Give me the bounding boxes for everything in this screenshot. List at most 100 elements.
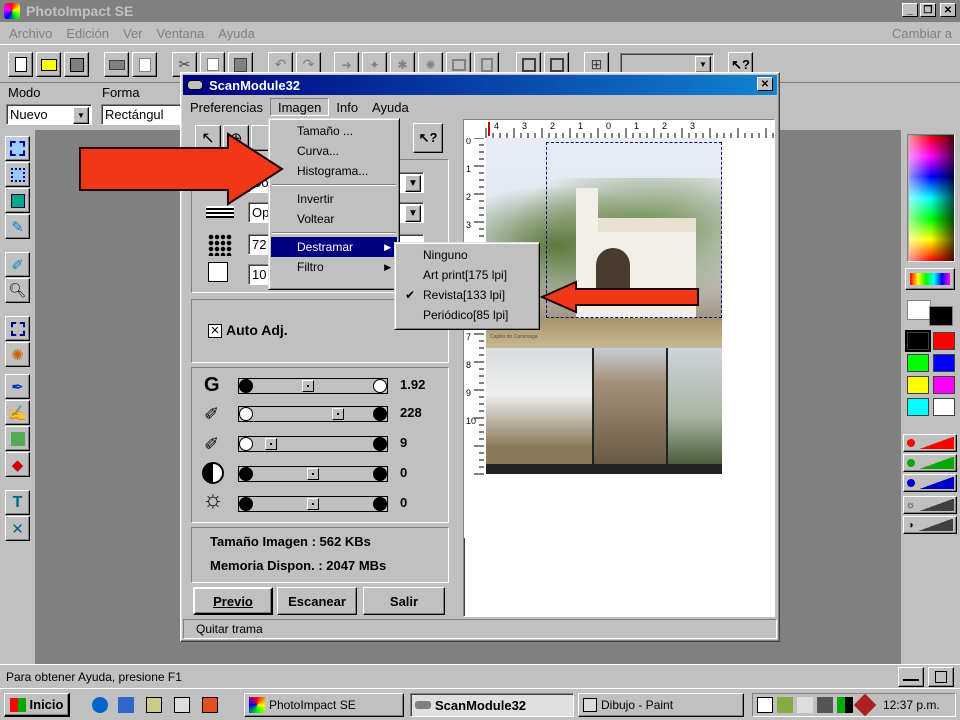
source-dropdown[interactable]: ▼ — [405, 205, 421, 222]
submenu-item-revista-label: Revista[133 lpi] — [423, 288, 506, 302]
quicklaunch-app-icon[interactable] — [202, 697, 218, 713]
slider-thumb[interactable] — [301, 380, 314, 392]
pen-tool[interactable]: ✒ — [5, 374, 30, 399]
swatch-yellow[interactable] — [907, 376, 929, 394]
close-button[interactable]: ✕ — [940, 3, 956, 17]
restore-button[interactable]: ❐ — [920, 3, 936, 17]
quicklaunch-ie-icon[interactable] — [92, 697, 108, 713]
fill-tool[interactable]: ◆ — [5, 452, 30, 477]
red-channel-button[interactable] — [903, 434, 957, 452]
task-scanmodule[interactable]: ScanModule32 — [410, 693, 574, 717]
tray-icon-4[interactable] — [817, 697, 833, 713]
swatch-red[interactable] — [933, 332, 955, 350]
menu-archivo[interactable]: Archivo — [2, 24, 59, 42]
palette-button[interactable] — [905, 268, 955, 290]
save-button[interactable] — [64, 52, 89, 77]
slider-thumb[interactable] — [307, 468, 319, 480]
menu-preferencias[interactable]: Preferencias — [183, 98, 270, 116]
dialog-close-button[interactable]: ✕ — [757, 77, 773, 91]
paint-tool[interactable]: ✺ — [5, 342, 30, 367]
slider-thumb[interactable] — [264, 438, 277, 450]
tray-icon-3[interactable] — [797, 697, 813, 713]
color-mode-dropdown[interactable]: ▼ — [405, 175, 421, 192]
task-photoimpact[interactable]: PhotoImpact SE — [244, 693, 404, 717]
preview-button[interactable]: Previo — [193, 587, 273, 615]
dialog-titlebar[interactable]: ScanModule32 ✕ — [183, 75, 777, 95]
green-channel-button[interactable] — [903, 454, 957, 472]
menu-ventana[interactable]: Ventana — [150, 24, 212, 42]
modo-select[interactable]: Nuevo ▼ — [6, 104, 92, 125]
exit-button[interactable]: Salir — [363, 587, 445, 615]
tray-icon-5[interactable] — [837, 697, 853, 713]
menu-edicion[interactable]: Edición — [59, 24, 116, 42]
text-tool[interactable]: T — [5, 490, 30, 515]
color-spectrum[interactable] — [907, 134, 955, 262]
menu-info[interactable]: Info — [329, 98, 365, 116]
task-paint[interactable]: Dibujo - Paint — [578, 693, 744, 717]
menu-ver[interactable]: Ver — [116, 24, 150, 42]
clock[interactable]: 12:37 p.m. — [883, 698, 940, 712]
wand-tool[interactable]: ✎ — [5, 214, 30, 239]
clone-tool[interactable]: ✍ — [5, 400, 30, 425]
swatch-cyan[interactable] — [907, 398, 929, 416]
menu-dialog-ayuda[interactable]: Ayuda — [365, 98, 416, 116]
select-free-tool[interactable] — [5, 162, 30, 187]
status-button-2[interactable] — [928, 667, 954, 687]
slider-track[interactable] — [238, 406, 388, 422]
print-preview-button[interactable] — [132, 52, 157, 77]
quicklaunch-desktop-icon[interactable] — [146, 697, 162, 713]
submenu-item-revista[interactable]: ✔ Revista[133 lpi] — [397, 285, 537, 305]
zoom-dropdown-button[interactable]: ▼ — [695, 56, 711, 73]
tray-icon-2[interactable] — [777, 697, 793, 713]
print-button[interactable] — [104, 52, 129, 77]
slider-thumb[interactable] — [332, 408, 345, 420]
menu-item-invertir[interactable]: Invertir — [271, 189, 397, 209]
modo-dropdown-button[interactable]: ▼ — [73, 107, 89, 124]
menu-item-destramar[interactable]: Destramar ▶ — [271, 237, 397, 257]
menu-imagen[interactable]: Imagen — [269, 98, 330, 116]
swatch-magenta[interactable] — [933, 376, 955, 394]
swatch-white[interactable] — [933, 398, 955, 416]
new-file-button[interactable] — [8, 52, 33, 77]
app-titlebar[interactable]: PhotoImpact SE _ ❐ ✕ — [0, 0, 960, 22]
select-rect-tool[interactable] — [5, 136, 30, 161]
foreground-color[interactable] — [907, 300, 931, 320]
effect-tool[interactable] — [5, 426, 30, 451]
background-color[interactable] — [929, 306, 953, 326]
slider-thumb[interactable] — [307, 498, 319, 510]
submenu-item-art-print[interactable]: Art print[175 lpi] — [397, 265, 537, 285]
menu-item-histograma[interactable]: Histograma... — [271, 161, 397, 181]
open-file-button[interactable] — [36, 52, 61, 77]
tray-icon-1[interactable] — [757, 697, 773, 713]
menu-ayuda[interactable]: Ayuda — [211, 24, 262, 42]
minimize-button[interactable]: _ — [902, 3, 918, 17]
swatch-green[interactable] — [907, 354, 929, 372]
tray-icon-6[interactable] — [853, 693, 877, 717]
forma-select[interactable]: Rectángul — [101, 104, 181, 125]
quicklaunch-outlook-icon[interactable] — [118, 697, 134, 713]
brightness-channel-button[interactable]: ☼ — [903, 496, 957, 514]
swatch-blue[interactable] — [933, 354, 955, 372]
dialog-help-button[interactable]: ↖? — [413, 123, 443, 153]
eyedropper-tool[interactable]: ✐ — [5, 252, 30, 277]
blue-channel-button[interactable] — [903, 474, 957, 492]
menu-item-filtro[interactable]: Filtro ▶ — [271, 257, 397, 277]
menu-item-tamano[interactable]: Tamaño ... — [271, 121, 397, 141]
crop-tool[interactable] — [5, 316, 30, 341]
status-button-1[interactable] — [898, 667, 924, 687]
transform-tool[interactable] — [5, 188, 30, 213]
quicklaunch-channels-icon[interactable] — [174, 697, 190, 713]
zoom-tool[interactable]: 🔍︎ — [5, 278, 30, 303]
contrast-channel-button[interactable]: ◑ — [903, 516, 957, 534]
submenu-item-periodico[interactable]: Periódico[85 lpi] — [397, 305, 537, 325]
change-to-label[interactable]: Cambiar a — [892, 26, 952, 41]
line-tool[interactable]: ✕ — [5, 516, 30, 541]
submenu-item-ninguno[interactable]: Ninguno — [397, 245, 537, 265]
menu-item-voltear[interactable]: Voltear — [271, 209, 397, 229]
swatch-black[interactable] — [905, 330, 931, 352]
start-button[interactable]: Inicio — [4, 693, 70, 717]
slider-track[interactable] — [238, 436, 388, 452]
scan-button[interactable]: Escanear — [277, 587, 357, 615]
auto-adjust-checkbox[interactable]: ✕ — [208, 324, 222, 338]
menu-item-curva[interactable]: Curva... — [271, 141, 397, 161]
